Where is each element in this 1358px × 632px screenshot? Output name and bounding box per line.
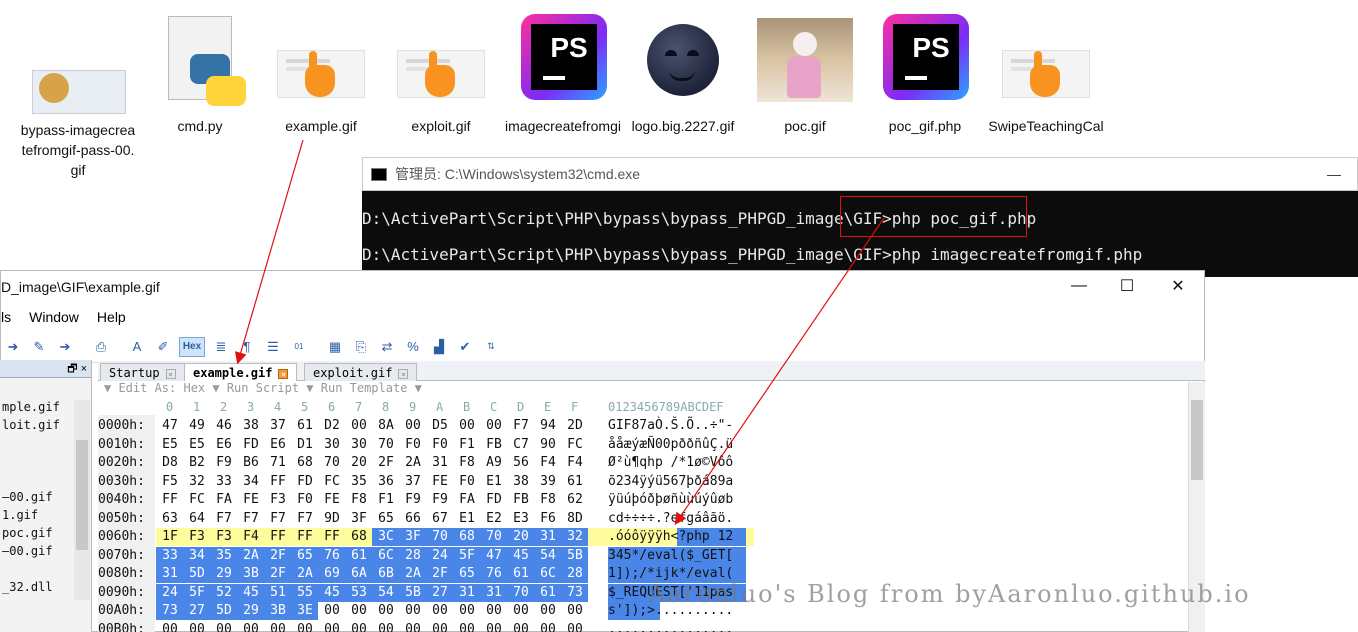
arrow-example-gif (234, 139, 304, 365)
arrow-poc-gif-php (674, 217, 885, 525)
annotation-arrows (234, 139, 885, 525)
